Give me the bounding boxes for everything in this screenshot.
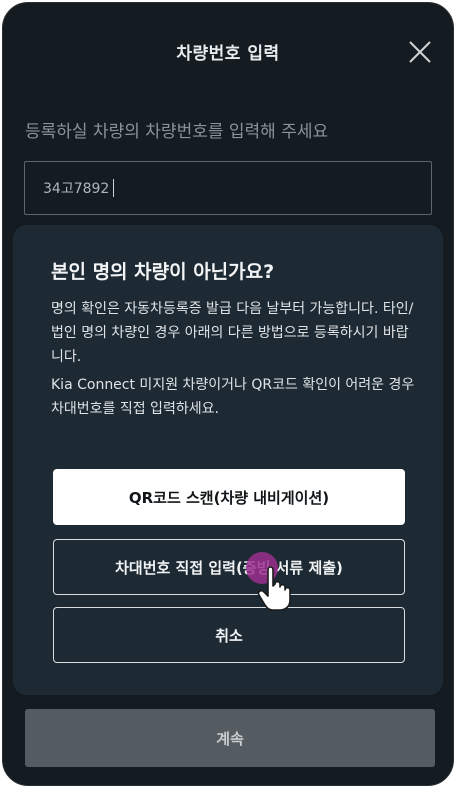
ownership-dialog: 본인 명의 차량이 아닌가요? 명의 확인은 자동차등록증 발급 다음 날부터 …	[13, 225, 443, 695]
dialog-paragraph-2: Kia Connect 미지원 차량이거나 QR코드 확인이 어려운 경우 차대…	[51, 377, 415, 417]
cancel-button[interactable]: 취소	[53, 607, 405, 663]
close-icon[interactable]	[405, 37, 435, 67]
header: 차량번호 입력	[3, 3, 453, 99]
plate-number-value: 34고7892	[43, 181, 110, 197]
instruction-text: 등록하실 차량의 차량번호를 입력해 주세요	[25, 122, 329, 142]
continue-button[interactable]: 계속	[25, 709, 435, 767]
vin-direct-input-button[interactable]: 차대번호 직접 입력(증빙 서류 제출)	[53, 539, 405, 595]
plate-number-input[interactable]: 34고7892	[24, 161, 432, 215]
app-screen: 차량번호 입력 등록하실 차량의 차량번호를 입력해 주세요 34고7892 본…	[2, 2, 454, 786]
text-caret	[113, 179, 115, 197]
dialog-paragraph-1: 명의 확인은 자동차등록증 발급 다음 날부터 가능합니다. 타인/법인 명의 …	[51, 301, 414, 365]
qr-scan-button[interactable]: QR코드 스캔(차량 내비게이션)	[53, 469, 405, 525]
dialog-title: 본인 명의 차량이 아닌가요?	[51, 261, 275, 283]
page-title: 차량번호 입력	[176, 44, 280, 64]
dialog-body: 명의 확인은 자동차등록증 발급 다음 날부터 가능합니다. 타인/법인 명의 …	[51, 297, 421, 425]
